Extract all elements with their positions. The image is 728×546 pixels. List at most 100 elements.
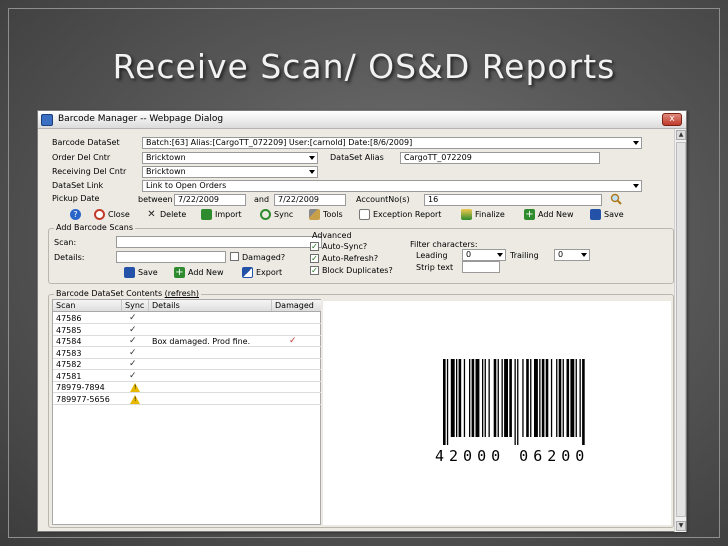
app-icon	[41, 114, 53, 126]
sync-icon	[260, 208, 271, 220]
barcode-bar	[534, 359, 538, 437]
tools-button[interactable]: Tools	[309, 207, 343, 221]
add-icon: +	[174, 266, 185, 278]
scan-cell: 47584	[56, 337, 82, 346]
scan-cell: 47586	[56, 314, 82, 323]
refresh-link[interactable]: (refresh)	[165, 289, 199, 298]
export-button[interactable]: Export	[242, 265, 282, 279]
scroll-down-arrow-icon[interactable]: ▼	[676, 521, 686, 531]
table-row[interactable]: 47586 ✓	[53, 313, 321, 324]
table-row[interactable]: 78979-7894!	[53, 382, 321, 393]
trailing-value: 0	[558, 250, 564, 259]
vertical-scrollbar[interactable]: ▲ ▼	[674, 129, 686, 532]
add-new-button-label: Add New	[538, 209, 574, 219]
barcode-dataset-select[interactable]: Batch:[63] Alias:[CargoTT_072209] User:[…	[142, 137, 642, 149]
chevron-down-icon	[633, 141, 639, 145]
sync-check-icon: ✓	[129, 336, 137, 346]
search-icon[interactable]	[610, 193, 622, 205]
close-button-label: Close	[108, 209, 130, 219]
table-header: Scan Sync Details Damaged	[53, 300, 321, 312]
pickup-date-from-input[interactable]: 7/22/2009	[174, 194, 246, 206]
add-new-button[interactable]: + Add New	[524, 207, 573, 221]
account-no-label: AccountNo(s)	[356, 195, 410, 204]
table-row[interactable]: 47584 ✓ Box damaged. Prod fine. ✓	[53, 336, 321, 347]
finalize-button[interactable]: Finalize	[461, 207, 505, 221]
dialog-close-button[interactable]: x	[662, 113, 682, 126]
scroll-thumb[interactable]	[676, 142, 686, 517]
dialog-titlebar[interactable]: Barcode Manager -- Webpage Dialog x	[38, 111, 686, 129]
scan-input[interactable]	[116, 236, 322, 248]
table-row[interactable]: 47582 ✓	[53, 359, 321, 370]
barcode-bar	[550, 359, 553, 437]
save-icon	[124, 266, 135, 278]
leading-select[interactable]: 0	[462, 249, 506, 261]
scan-save-button-label: Save	[138, 267, 158, 277]
filter-characters-label: Filter characters:	[410, 240, 478, 249]
barcode-bar	[558, 359, 562, 437]
close-button[interactable]: Close	[94, 207, 130, 221]
barcode-image	[443, 359, 585, 445]
damaged-label: Damaged?	[242, 253, 286, 262]
details-label: Details:	[54, 253, 85, 262]
table-row[interactable]: 789977-5656!	[53, 394, 321, 405]
column-header-damaged[interactable]: Damaged	[275, 301, 314, 310]
barcode-bar	[497, 359, 499, 437]
import-icon	[201, 208, 212, 220]
block-duplicates-checkbox[interactable]: ✓	[310, 266, 319, 275]
pickup-date-to-input[interactable]: 7/22/2009	[274, 194, 346, 206]
help-icon: ?	[70, 208, 81, 220]
barcode-bar	[545, 359, 549, 437]
receiving-del-cntr-select[interactable]: Bricktown	[142, 166, 318, 178]
dataset-contents-title-text: Barcode DataSet Contents	[56, 289, 163, 298]
order-del-cntr-value: Bricktown	[146, 153, 186, 162]
dataset-link-select[interactable]: Link to Open Orders	[142, 180, 642, 192]
account-no-input[interactable]: 16	[424, 194, 602, 206]
damaged-checkbox[interactable]	[230, 252, 239, 261]
barcode-bar	[471, 359, 475, 437]
barcode-bar	[582, 359, 585, 445]
finalize-button-label: Finalize	[475, 209, 505, 219]
warning-glyph: !	[134, 395, 137, 403]
sync-button[interactable]: Sync	[260, 207, 293, 221]
table-row[interactable]: 47583 ✓	[53, 348, 321, 359]
sync-check-icon: ✓	[129, 347, 137, 358]
details-input[interactable]	[116, 251, 226, 263]
auto-refresh-checkbox[interactable]: ✓	[310, 254, 319, 263]
delete-button[interactable]: ✕ Delete	[146, 207, 186, 221]
barcode-bar	[522, 359, 524, 437]
scan-add-new-button[interactable]: + Add New	[174, 265, 223, 279]
trailing-select[interactable]: 0	[554, 249, 590, 261]
strip-text-label: Strip text	[416, 263, 454, 272]
scan-cell: 47582	[56, 360, 82, 369]
table-row[interactable]: 47581 ✓	[53, 371, 321, 382]
scan-add-new-button-label: Add New	[188, 267, 224, 277]
help-button[interactable]: ?	[70, 207, 81, 221]
dataset-alias-input[interactable]: CargoTT_072209	[400, 152, 600, 164]
column-header-details[interactable]: Details	[152, 301, 180, 310]
column-separator	[121, 300, 122, 311]
scan-label: Scan:	[54, 238, 77, 247]
table-row[interactable]: 47585 ✓	[53, 325, 321, 336]
sync-check-icon: ✓	[129, 324, 137, 335]
chevron-down-icon	[309, 156, 315, 160]
column-header-scan[interactable]: Scan	[56, 301, 75, 310]
barcode-bar	[450, 359, 455, 437]
column-header-sync[interactable]: Sync	[125, 301, 144, 310]
scan-cell: 789977-5656	[56, 394, 110, 404]
scroll-up-arrow-icon[interactable]: ▲	[676, 130, 686, 140]
scan-save-button[interactable]: Save	[124, 265, 158, 279]
barcode-bar	[579, 359, 581, 437]
import-button[interactable]: Import	[201, 207, 242, 221]
dataset-link-value: Link to Open Orders	[146, 181, 227, 190]
barcode-bar	[446, 359, 449, 445]
auto-refresh-label: Auto-Refresh?	[322, 254, 379, 263]
save-button[interactable]: Save	[590, 207, 624, 221]
exception-report-button[interactable]: Exception Report	[359, 207, 441, 221]
advanced-label: Advanced	[312, 231, 352, 240]
auto-sync-checkbox[interactable]: ✓	[310, 242, 319, 251]
export-icon	[242, 266, 253, 278]
tools-button-label: Tools	[323, 209, 343, 219]
strip-text-input[interactable]	[462, 261, 500, 273]
order-del-cntr-select[interactable]: Bricktown	[142, 152, 318, 164]
details-cell: Box damaged. Prod fine.	[152, 337, 251, 346]
